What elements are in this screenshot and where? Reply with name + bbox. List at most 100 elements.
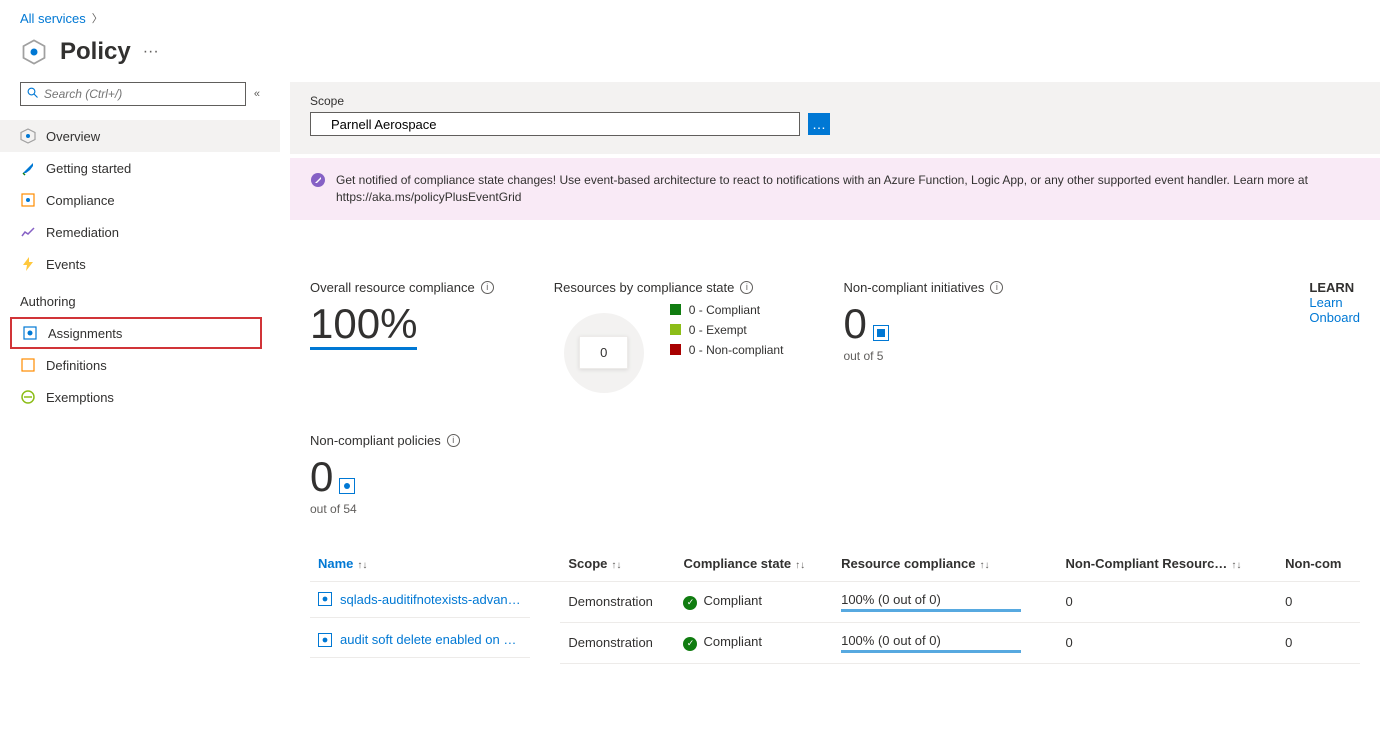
check-icon: ✓ [683,596,697,610]
resources-by-state-card: Resources by compliance state i 0 0 - Co… [554,280,784,403]
legend-compliant: 0 - Compliant [670,303,784,317]
cell-state: ✓Compliant [675,581,833,622]
search-icon [27,87,40,101]
cell-ncr: 0 [1058,581,1278,622]
card-title: Resources by compliance state [554,280,735,295]
sidebar-item-remediation[interactable]: Remediation [0,216,280,248]
legend-color-icon [670,324,681,335]
sidebar-item-compliance[interactable]: Compliance [0,184,280,216]
row-name-link[interactable]: audit soft delete enabled on … [340,632,516,647]
cell-resource: 100% (0 out of 0) [833,622,1057,663]
legend-color-icon [670,344,681,355]
page-title: Policy [60,38,131,66]
cell-state: ✓Compliant [675,622,833,663]
check-icon: ✓ [683,637,697,651]
page-header: Policy ··· [0,30,1380,82]
donut-center-value: 0 [579,336,628,369]
initiatives-value: 0 [843,303,866,345]
sidebar-item-events[interactable]: Events [0,248,280,280]
legend-color-icon [670,304,681,315]
rocket-icon [20,160,36,176]
onboard-link[interactable]: Onboard [1309,310,1360,325]
sidebar-item-label: Getting started [46,161,131,176]
rocket-circle-icon [310,172,326,188]
sidebar-item-label: Definitions [46,358,107,373]
info-icon[interactable]: i [447,434,460,447]
scope-picker-button[interactable]: … [808,113,830,135]
th-name[interactable]: Name↑↓ [310,546,560,582]
th-noncompliant[interactable]: Non-com [1277,546,1360,582]
policies-sub: out of 54 [310,502,1360,516]
th-scope[interactable]: Scope↑↓ [560,546,675,582]
cell-resource: 100% (0 out of 0) [833,581,1057,622]
sidebar-item-overview[interactable]: Overview [0,120,280,152]
info-icon[interactable]: i [740,281,753,294]
legend-label: 0 - Compliant [689,303,760,317]
row-name-link[interactable]: sqlads-auditifnotexists-advan… [340,592,521,607]
policy-item-icon [318,633,332,647]
initiative-icon [873,325,889,341]
cell-scope: Demonstration [560,622,675,663]
donut-chart: 0 [554,303,654,403]
scope-bar: Scope … [290,82,1380,154]
lightning-icon [20,256,36,272]
nav-section-authoring: Authoring [0,280,280,317]
cell-ncp: 0 [1277,622,1360,663]
th-noncompliant-resources[interactable]: Non-Compliant Resourc…↑↓ [1058,546,1278,582]
main-content: Scope … Get notified of compliance state… [290,82,1380,664]
table-row[interactable]: sqlads-auditifnotexists-advan… Demonstra… [310,581,1360,622]
legend-label: 0 - Exempt [689,323,747,337]
legend-exempt: 0 - Exempt [670,323,784,337]
table-row[interactable]: audit soft delete enabled on … Demonstra… [310,622,1360,663]
th-compliance-state[interactable]: Compliance state↑↓ [675,546,833,582]
search-field[interactable] [44,87,239,101]
sidebar: « Overview Getting started Compliance Re… [0,82,290,664]
card-title: Non-compliant initiatives [843,280,984,295]
info-icon[interactable]: i [990,281,1003,294]
th-resource-compliance[interactable]: Resource compliance↑↓ [833,546,1057,582]
breadcrumb-all-services[interactable]: All services [20,11,86,26]
breadcrumb: All services 〉 [0,0,1380,30]
policy-item-icon [318,592,332,606]
card-title: Overall resource compliance [310,280,475,295]
info-icon[interactable]: i [481,281,494,294]
sidebar-item-exemptions[interactable]: Exemptions [0,381,280,413]
notification-text: Get notified of compliance state changes… [336,172,1360,206]
compliance-table: Name↑↓ Scope↑↓ Compliance state↑↓ Resour… [310,546,1360,664]
sidebar-item-label: Remediation [46,225,119,240]
sidebar-item-label: Events [46,257,86,272]
learn-card: LEARN Learn Onboard [1309,280,1360,403]
overall-compliance-card: Overall resource compliance i 100% [310,280,494,403]
exemptions-icon [20,389,36,405]
definitions-icon [20,357,36,373]
learn-link[interactable]: Learn [1309,295,1342,310]
sidebar-item-label: Overview [46,129,100,144]
sidebar-item-definitions[interactable]: Definitions [0,349,280,381]
sidebar-item-label: Assignments [48,326,122,341]
policies-value: 0 [310,456,333,498]
card-title: Non-compliant policies [310,433,441,448]
chevron-right-icon: 〉 [92,10,103,26]
search-input[interactable] [20,82,246,106]
sidebar-item-getting-started[interactable]: Getting started [0,152,280,184]
scope-input[interactable] [310,112,800,136]
cell-ncp: 0 [1277,581,1360,622]
sidebar-item-assignments[interactable]: Assignments [10,317,262,349]
learn-title: LEARN [1309,280,1360,295]
policy-icon [339,478,355,494]
overall-compliance-value: 100% [310,303,417,350]
overview-icon [20,128,36,144]
more-icon[interactable]: ··· [143,43,159,61]
collapse-icon[interactable]: « [254,88,260,100]
cell-ncr: 0 [1058,622,1278,663]
notification-banner: Get notified of compliance state changes… [290,158,1380,220]
policy-service-icon [20,38,48,66]
assignments-icon [22,325,38,341]
cell-scope: Demonstration [560,581,675,622]
initiatives-sub: out of 5 [843,349,1003,363]
sidebar-item-label: Compliance [46,193,115,208]
legend-label: 0 - Non-compliant [689,343,784,357]
noncompliant-initiatives-card: Non-compliant initiatives i 0 out of 5 [843,280,1003,403]
scope-label: Scope [310,94,1360,108]
remediation-icon [20,224,36,240]
